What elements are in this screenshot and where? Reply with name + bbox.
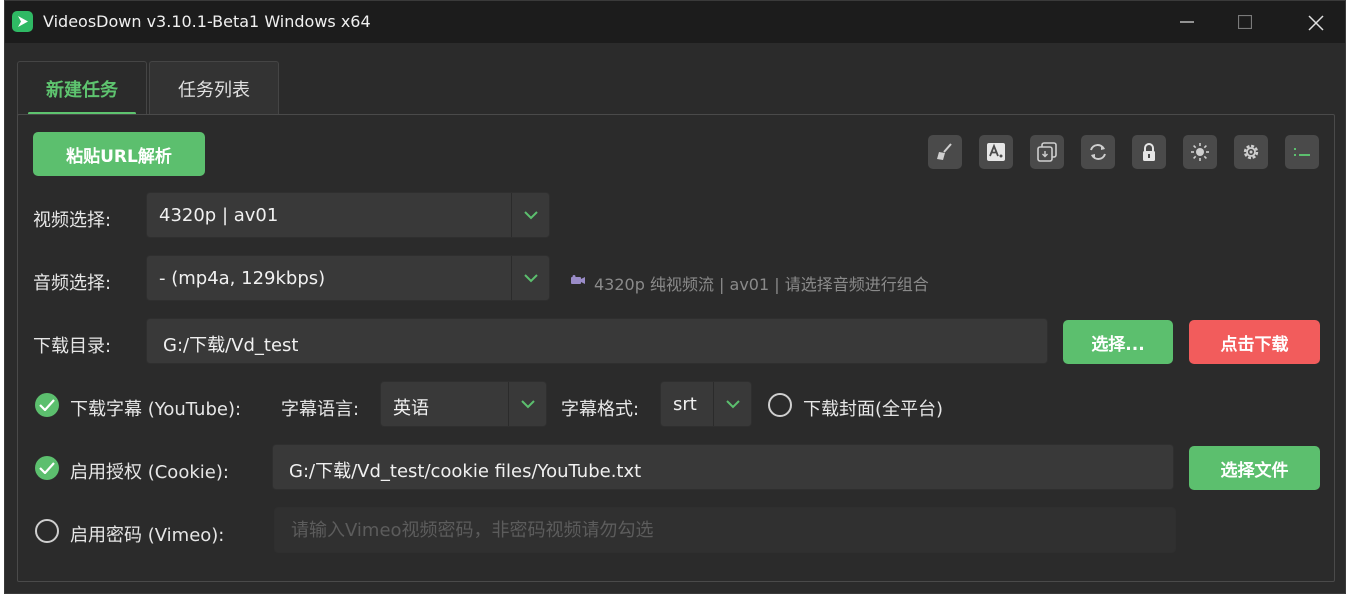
font-icon[interactable]	[979, 135, 1013, 169]
tab-new-task[interactable]: 新建任务	[17, 61, 147, 115]
subtitle-format-select[interactable]: srt	[660, 381, 752, 427]
video-select[interactable]: 4320p | av01	[146, 192, 550, 238]
audio-label: 音频选择:	[33, 273, 112, 294]
password-input-field[interactable]	[274, 507, 1176, 553]
broom-icon[interactable]	[928, 135, 962, 169]
subtitle-format-label: 字幕格式:	[561, 399, 640, 420]
refresh-icon[interactable]	[1081, 135, 1115, 169]
cookie-file-value: G:/下载/Vd_test/cookie files/YouTube.txt	[289, 461, 642, 482]
download-dir-value: G:/下载/Vd_test	[163, 335, 299, 356]
tab-task-list[interactable]: 任务列表	[149, 61, 279, 115]
list-icon[interactable]	[1285, 135, 1319, 169]
chevron-down-icon	[511, 256, 549, 300]
password-label: 启用密码 (Vimeo):	[70, 525, 225, 546]
subtitle-label: 下载字幕 (YouTube):	[70, 399, 242, 420]
audio-select-value: - (mp4a, 129kbps)	[159, 268, 326, 289]
cover-checkbox[interactable]	[768, 393, 792, 417]
video-select-value: 4320p | av01	[159, 205, 279, 226]
chevron-down-icon	[511, 193, 549, 237]
audio-select[interactable]: - (mp4a, 129kbps)	[146, 255, 550, 301]
maximize-button[interactable]	[1223, 7, 1267, 37]
start-download-button[interactable]: 点击下载	[1189, 320, 1320, 364]
cookie-checkbox[interactable]	[35, 456, 59, 480]
download-dir-field[interactable]: G:/下载/Vd_test	[146, 318, 1048, 364]
video-camera-icon	[571, 275, 585, 284]
chevron-down-icon	[508, 382, 546, 426]
choose-dir-button[interactable]: 选择...	[1063, 320, 1173, 364]
cover-label: 下载封面(全平台)	[803, 399, 944, 420]
subtitle-checkbox[interactable]	[35, 393, 59, 417]
chevron-down-icon	[713, 382, 751, 426]
window-stack-icon[interactable]	[1030, 135, 1064, 169]
subtitle-lang-label: 字幕语言:	[281, 399, 360, 420]
close-button[interactable]	[1293, 7, 1337, 37]
sun-icon[interactable]	[1183, 135, 1217, 169]
subtitle-lang-select[interactable]: 英语	[380, 381, 547, 427]
window-title: VideosDown v3.10.1-Beta1 Windows x64	[43, 12, 371, 31]
choose-cookie-file-button[interactable]: 选择文件	[1189, 446, 1320, 490]
password-input[interactable]	[275, 508, 1175, 552]
app-window: VideosDown v3.10.1-Beta1 Windows x64 新建任…	[4, 0, 1346, 594]
cookie-label: 启用授权 (Cookie):	[70, 462, 229, 483]
subtitle-lang-value: 英语	[393, 398, 429, 419]
video-label: 视频选择:	[33, 210, 112, 231]
new-task-panel: 粘贴URL解析 视频选择: 4320p | av01 音频选择: - (mp4a…	[17, 114, 1335, 582]
download-dir-label: 下载目录:	[33, 336, 112, 357]
subtitle-format-value: srt	[673, 394, 697, 415]
gear-icon[interactable]	[1234, 135, 1268, 169]
password-checkbox[interactable]	[35, 519, 59, 543]
minimize-button[interactable]	[1165, 7, 1209, 37]
paste-url-button[interactable]: 粘贴URL解析	[33, 132, 205, 176]
audio-hint: 4320p 纯视频流 | av01 | 请选择音频进行组合	[594, 275, 929, 294]
title-bar: VideosDown v3.10.1-Beta1 Windows x64	[5, 1, 1345, 43]
lock-icon[interactable]	[1132, 135, 1166, 169]
cookie-file-field[interactable]: G:/下载/Vd_test/cookie files/YouTube.txt	[272, 444, 1174, 490]
app-logo-icon	[12, 11, 33, 32]
